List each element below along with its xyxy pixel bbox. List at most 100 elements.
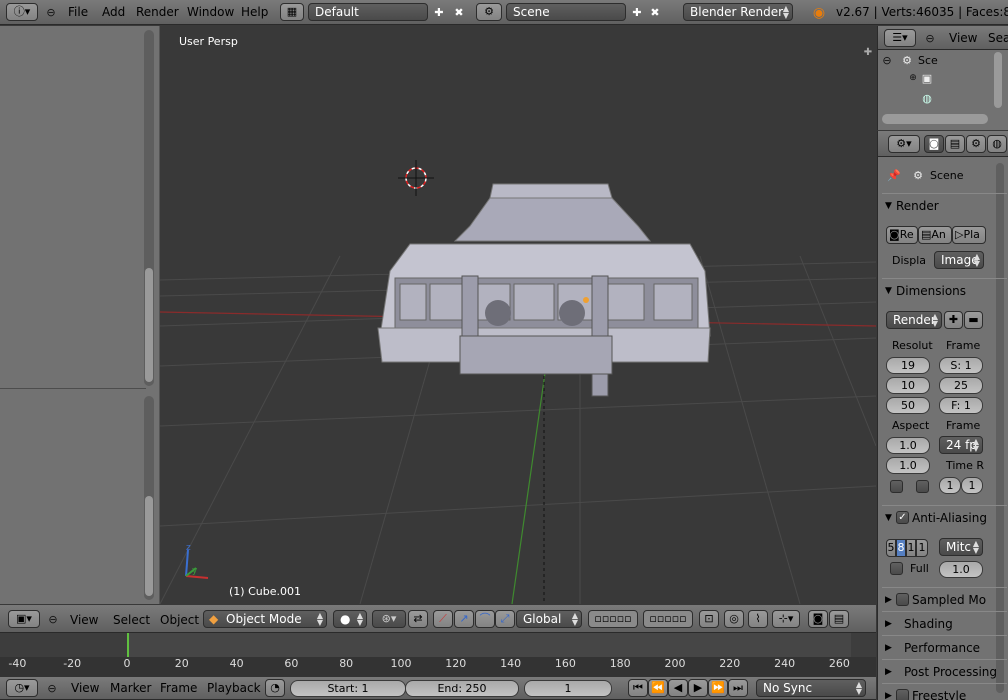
tool-shelf-scroll-thumb-bottom[interactable] <box>145 496 153 596</box>
border-checkbox[interactable] <box>890 480 903 493</box>
menu-view[interactable]: View <box>70 613 98 627</box>
scene-context-tab[interactable]: ⚙ <box>966 135 986 153</box>
menu-add[interactable]: Add <box>102 5 125 19</box>
pin-icon[interactable]: 📌 <box>886 167 902 183</box>
freestyle-checkbox[interactable] <box>896 689 909 700</box>
collapse-menu-icon[interactable]: ⊖ <box>923 31 937 45</box>
remove-screen-icon[interactable]: ✖ <box>450 3 468 21</box>
add-scene-icon[interactable]: ✚ <box>628 3 646 21</box>
timeline[interactable]: -40 -20 0 20 40 60 80 100 120 140 160 180 200 220 240 2… <box>0 633 876 677</box>
menu-file[interactable]: File <box>68 5 88 19</box>
render-still-button[interactable]: ◙Re <box>886 226 918 244</box>
render-context-tab[interactable]: ◙ <box>924 135 944 153</box>
add-preset-button[interactable]: ✚ <box>944 311 963 329</box>
outliner-scene-item[interactable]: Sce <box>918 54 938 67</box>
add-screen-icon[interactable]: ✚ <box>430 3 448 21</box>
render-engine-select[interactable]: Blender Render ▲ ▼ <box>683 3 793 21</box>
anti-aliasing-checkbox[interactable]: ✓ <box>896 511 909 524</box>
scale-tool-button[interactable]: ⤢ <box>495 610 515 628</box>
play-reverse-button[interactable]: ◀ <box>668 679 688 697</box>
editor-type-properties-button[interactable]: ⚙▾ <box>888 135 920 153</box>
render-panel-header[interactable]: ▼ Render <box>882 193 1007 217</box>
expand-icon[interactable]: ⊖ <box>881 54 893 67</box>
menu-window[interactable]: Window <box>187 5 234 19</box>
menu-object[interactable]: Object <box>160 613 199 627</box>
time-remap-new-field[interactable]: 1 <box>961 477 983 494</box>
menu-render[interactable]: Render <box>136 5 179 19</box>
viewport-shading-select[interactable]: ● ▲ ▼ <box>333 610 367 628</box>
full-sample-checkbox[interactable] <box>890 562 903 575</box>
aspect-x-field[interactable]: 1.0 <box>886 437 930 454</box>
motion-blur-checkbox[interactable] <box>896 593 909 606</box>
sync-mode-select[interactable]: No Sync ▲ ▼ <box>756 679 866 697</box>
display-select[interactable]: Image ▲ ▼ <box>934 251 984 269</box>
screen-layout-icon-button[interactable]: ▦ <box>280 3 304 21</box>
remove-preset-button[interactable]: ▬ <box>964 311 983 329</box>
dimensions-panel-header[interactable]: ▼ Dimensions <box>882 278 1007 302</box>
outliner-vscroll[interactable] <box>994 52 1002 108</box>
collapse-menu-icon[interactable]: ⊖ <box>45 681 59 695</box>
scene-field[interactable]: Scene <box>506 3 626 21</box>
menu-select[interactable]: Select <box>113 613 150 627</box>
render-animation-button[interactable]: ▤An <box>918 226 952 244</box>
collapse-menu-icon[interactable]: ⊖ <box>46 612 60 626</box>
resolution-percent-field[interactable]: 50 <box>886 397 930 414</box>
time-remap-old-field[interactable]: 1 <box>939 477 961 494</box>
rotate-manipulator-button[interactable]: ↗ <box>454 610 474 628</box>
tool-shelf-scroll-thumb-top[interactable] <box>145 268 153 382</box>
resolution-y-field[interactable]: 10 <box>886 377 930 394</box>
timeline-menu-frame[interactable]: Frame <box>160 681 197 695</box>
3d-viewport[interactable]: z y User Persp (1) Cube.001 ✚ <box>160 26 876 604</box>
render-animation-opengl-button[interactable]: ▤ <box>829 610 849 628</box>
frame-rate-select[interactable]: 24 fp ▲ ▼ <box>939 436 983 454</box>
editor-type-timeline-button[interactable]: ◷▾ <box>6 679 38 697</box>
frame-start-field[interactable]: S: 1 <box>939 357 983 374</box>
scene-icon-button[interactable]: ⚙ <box>476 3 502 21</box>
lock-camera-button[interactable]: ⊡ <box>699 610 719 628</box>
render-opengl-button[interactable]: ◙ <box>808 610 828 628</box>
aa-filter-select[interactable]: Mitc ▲ ▼ <box>939 538 983 556</box>
translate-manipulator-button[interactable]: ⟋ <box>433 610 453 628</box>
sampled-motion-blur-panel[interactable]: ▶ Sampled Mo <box>882 587 1007 611</box>
aa-samples-8-button[interactable]: 8 <box>896 539 906 557</box>
3d-cursor[interactable] <box>398 160 434 196</box>
jump-keyframe-forward-button[interactable]: ⏩ <box>708 679 728 697</box>
shading-panel[interactable]: ▶ Shading <box>882 611 1007 635</box>
mode-select[interactable]: ◆ Object Mode ▲ ▼ <box>203 610 327 628</box>
play-button[interactable]: ▶ <box>688 679 708 697</box>
aa-samples-16-button[interactable]: 1 <box>916 539 928 557</box>
manipulator-toggle-button[interactable]: ⇄ <box>408 610 428 628</box>
layers-group-1[interactable]: ▫▫▫▫▫ <box>588 610 638 628</box>
start-frame-field[interactable]: Start: 1 <box>290 680 406 697</box>
properties-toggle-icon[interactable]: ✚ <box>862 46 874 58</box>
timeline-menu-playback[interactable]: Playback <box>207 681 261 695</box>
proportional-edit-button[interactable]: ◎ <box>724 610 744 628</box>
jump-start-button[interactable]: ⏮ <box>628 679 648 697</box>
play-animation-button[interactable]: ▷Pla <box>952 226 986 244</box>
timeline-menu-view[interactable]: View <box>71 681 99 695</box>
aa-samples-5-button[interactable]: 5 <box>886 539 896 557</box>
aa-filter-size-field[interactable]: 1.0 <box>939 561 983 578</box>
aa-samples-11-button[interactable]: 1 <box>906 539 916 557</box>
outliner-hscroll[interactable] <box>882 114 988 124</box>
render-layers-context-tab[interactable]: ▤ <box>945 135 965 153</box>
jump-keyframe-back-button[interactable]: ⏪ <box>648 679 668 697</box>
editor-type-outliner-button[interactable]: ☰▾ <box>884 29 916 47</box>
editor-type-info-button[interactable]: ⓘ▾ <box>6 3 38 21</box>
resolution-x-field[interactable]: 19 <box>886 357 930 374</box>
editor-type-3dview-button[interactable]: ▣▾ <box>8 610 40 628</box>
end-frame-field[interactable]: End: 250 <box>405 680 519 697</box>
snap-element-select[interactable]: ⊹▾ <box>772 610 800 628</box>
layers-group-2[interactable]: ▫▫▫▫▫ <box>643 610 693 628</box>
menu-help[interactable]: Help <box>241 5 268 19</box>
screen-layout-field[interactable]: Default <box>308 3 428 21</box>
frame-step-field[interactable]: F: 1 <box>939 397 983 414</box>
jump-end-button[interactable]: ⏭ <box>728 679 748 697</box>
collapse-menu-icon[interactable]: ⊖ <box>44 5 58 19</box>
render-preset-select[interactable]: Render ▲ ▼ <box>886 311 942 329</box>
aspect-y-field[interactable]: 1.0 <box>886 457 930 474</box>
crop-checkbox[interactable] <box>916 480 929 493</box>
outliner-search[interactable]: Sear <box>988 31 1008 45</box>
snap-toggle-button[interactable]: ⌇ <box>748 610 768 628</box>
world-context-tab[interactable]: ◍ <box>987 135 1007 153</box>
